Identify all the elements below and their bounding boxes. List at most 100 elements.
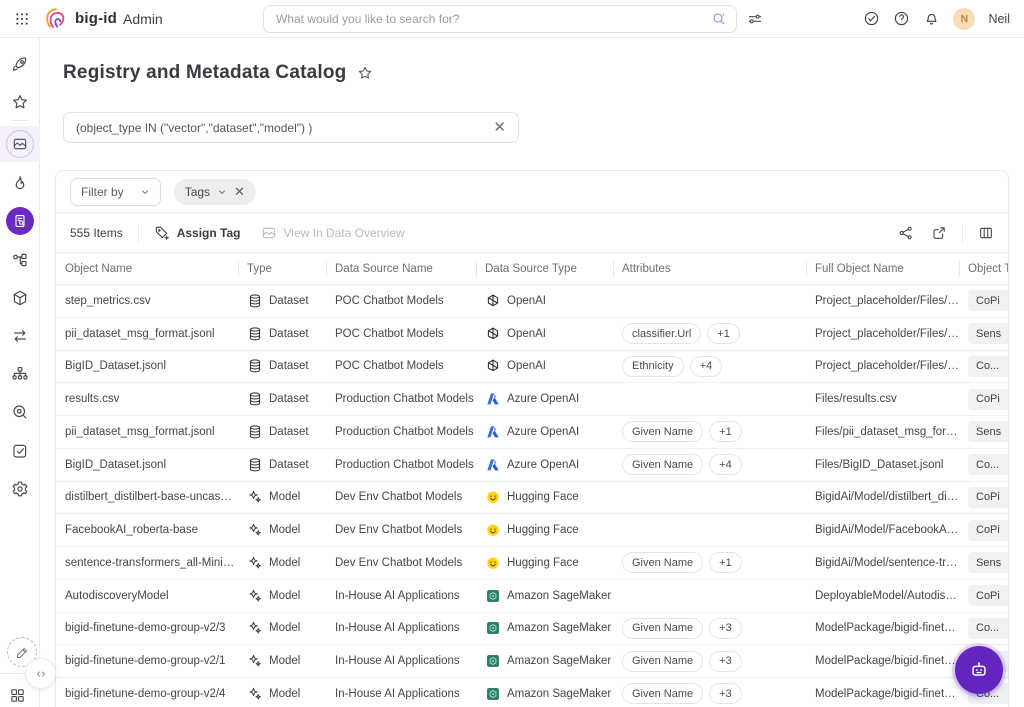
table-row[interactable]: pii_dataset_msg_format.jsonl Dataset POC… [56,318,1008,351]
search-preferences-icon[interactable] [747,11,763,27]
attribute-more-chip[interactable]: +4 [709,454,742,475]
table-row[interactable]: step_metrics.csv Dataset POC Chatbot Mod… [56,285,1008,318]
status-check-icon[interactable] [863,10,880,27]
collapse-sidebar-button[interactable] [25,658,56,689]
object-tag-chip[interactable]: CoPi [968,585,1008,606]
overview-chart-icon [261,225,277,241]
attribute-more-chip[interactable]: +3 [709,683,742,704]
query-filter-box[interactable]: (object_type IN ("vector","dataset","mod… [63,112,519,143]
notifications-bell-icon[interactable] [923,10,940,27]
attribute-chip[interactable]: Ethnicity [622,356,684,377]
ai-search-icon[interactable] [711,11,727,27]
table-row[interactable]: AutodiscoveryModel Model In-House AI App… [56,580,1008,613]
attribute-chip[interactable]: Given Name [622,454,703,475]
attribute-chip[interactable]: Given Name [622,651,703,672]
sidebar-item-classification[interactable] [11,251,29,269]
column-header[interactable]: Full Object Name [806,253,959,284]
object-tag-chip[interactable]: Co... [968,454,1008,475]
column-header[interactable]: Attributes [613,253,806,284]
attribute-more-chip[interactable]: +1 [707,323,740,344]
model-icon [247,522,263,538]
attribute-more-chip[interactable]: +3 [709,651,742,672]
sidebar-item-catalog[interactable] [6,207,34,235]
clear-query-icon[interactable]: ✕ [493,120,506,135]
view-in-data-overview-button[interactable]: View In Data Overview [261,225,405,241]
object-tag-chip[interactable]: Sens [968,323,1008,344]
object-tag-chip[interactable]: CoPi [968,520,1008,541]
table-row[interactable]: FacebookAI_roberta-base Model Dev Env Ch… [56,514,1008,547]
column-header[interactable]: Type [238,253,326,284]
attribute-more-chip[interactable]: +4 [690,356,723,377]
tags-filter-chip[interactable]: Tags ✕ [174,179,256,205]
attribute-chip[interactable]: Given Name [622,421,703,442]
attribute-more-chip[interactable]: +1 [709,421,742,442]
table-row[interactable]: bigid-finetune-demo-group-v2/4 Model In-… [56,678,1008,707]
remove-tags-filter-icon[interactable]: ✕ [234,185,245,198]
avatar[interactable]: N [953,8,975,30]
cell-full-object-name: BigidAi/Model/sentence-transfo... [806,547,959,579]
object-tag-chip[interactable]: Co... [968,618,1008,639]
cell-data-source-name: POC Chatbot Models [326,318,476,350]
sidebar-item-settings[interactable] [11,480,29,498]
attribute-chip[interactable]: classifier.Url [622,323,701,344]
assign-tag-button[interactable]: Assign Tag [154,225,241,241]
column-header[interactable]: Data Source Name [326,253,476,284]
attribute-more-chip[interactable]: +3 [709,618,742,639]
cell-data-source-type: Hugging Face [476,547,613,579]
favorite-star-icon[interactable] [357,65,373,81]
cell-object-name: bigid-finetune-demo-group-v2/3 [56,613,238,645]
column-header[interactable]: Object Name [56,253,238,284]
sidebar-item-discovery[interactable] [11,403,29,421]
openai-icon [485,326,501,342]
cell-data-source-name: In-House AI Applications [326,645,476,677]
sidebar-item-favorites[interactable] [11,93,29,111]
attribute-chip[interactable]: Given Name [622,552,703,573]
sidebar-item-compliance[interactable] [11,442,29,460]
table-row[interactable]: BigID_Dataset.jsonl Dataset Production C… [56,449,1008,482]
attribute-more-chip[interactable]: +1 [709,552,742,573]
attribute-chip[interactable]: Given Name [622,683,703,704]
table-row[interactable]: BigID_Dataset.jsonl Dataset POC Chatbot … [56,351,1008,384]
attribute-chip[interactable]: Given Name [622,618,703,639]
app-launcher-icon[interactable] [14,11,30,27]
column-header[interactable]: Data Source Type [476,253,613,284]
cell-full-object-name: Project_placeholder/Files/BigID... [806,351,959,383]
help-icon[interactable] [893,10,910,27]
huggingface-icon [485,522,501,538]
sidebar-item-data-assets[interactable] [11,289,29,307]
cell-full-object-name: ModelPackage/bigid-finetune-d... [806,678,959,707]
cell-full-object-name: ModelPackage/bigid-finetune-d... [806,645,959,677]
cell-full-object-name: BigidAi/Model/distilbert_distilbe... [806,482,959,514]
sidebar-item-risk[interactable] [11,174,29,192]
table-row[interactable]: bigid-finetune-demo-group-v2/3 Model In-… [56,613,1008,646]
sidebar-item-actionable-insights[interactable] [11,55,29,73]
search-input[interactable] [263,5,737,33]
object-tag-chip[interactable]: CoPi [968,290,1008,311]
columns-icon[interactable] [978,225,994,241]
model-icon [247,489,263,505]
apps-menu-button[interactable] [9,687,26,704]
object-tag-chip[interactable]: CoPi [968,487,1008,508]
user-name[interactable]: Neil [988,12,1010,26]
dataset-icon [247,424,263,440]
column-header[interactable]: Object Ta [959,253,1009,284]
filter-by-dropdown[interactable]: Filter by [70,178,161,206]
object-tag-chip[interactable]: Sens [968,552,1008,573]
export-icon[interactable] [931,225,947,241]
cell-type: Model [238,514,326,546]
table-row[interactable]: bigid-finetune-demo-group-v2/1 Model In-… [56,645,1008,678]
chevron-down-icon[interactable] [217,187,227,197]
sidebar-item-data-overview[interactable] [0,126,40,162]
cell-attributes: Given Name +3 [613,613,806,645]
assistant-fab[interactable] [955,646,1003,694]
share-icon[interactable] [898,225,914,241]
object-tag-chip[interactable]: Co... [968,356,1008,377]
table-row[interactable]: sentence-transformers_all-MiniL... Model… [56,547,1008,580]
table-row[interactable]: distilbert_distilbert-base-uncased... Mo… [56,482,1008,515]
object-tag-chip[interactable]: Sens [968,421,1008,442]
table-row[interactable]: results.csv Dataset Production Chatbot M… [56,383,1008,416]
table-row[interactable]: pii_dataset_msg_format.jsonl Dataset Pro… [56,416,1008,449]
object-tag-chip[interactable]: CoPi [968,389,1008,410]
sidebar-item-data-map[interactable] [11,365,29,383]
sidebar-item-data-flows[interactable] [11,327,29,345]
